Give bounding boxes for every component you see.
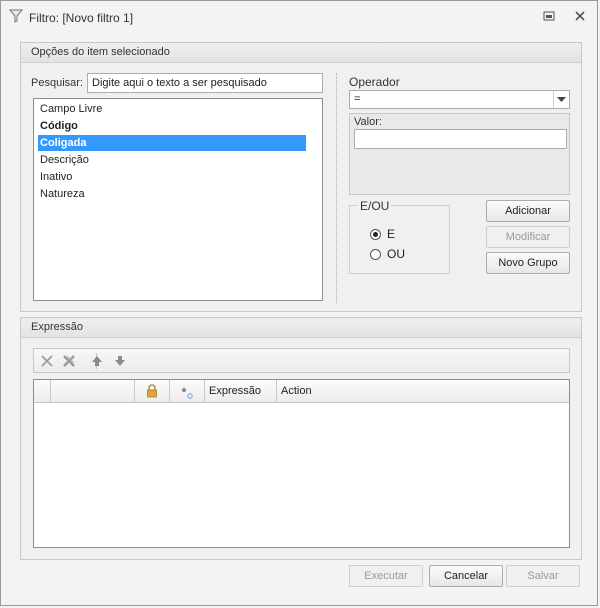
list-item-campo-livre[interactable]: Campo Livre — [40, 101, 102, 117]
delete-all-icon[interactable] — [62, 354, 76, 368]
operator-value: = — [354, 93, 361, 105]
list-item-inativo[interactable]: Inativo — [40, 169, 72, 185]
list-item-codigo[interactable]: Código — [40, 118, 78, 134]
grid-col-action[interactable]: Action — [277, 380, 569, 402]
restore-icon[interactable] — [542, 9, 556, 23]
eou-groupbox: E/OU E OU — [349, 199, 450, 274]
search-input[interactable]: Digite aqui o texto a ser pesquisado — [87, 73, 323, 93]
radio-ou[interactable] — [370, 249, 381, 260]
window-title: Filtro: [Novo filtro 1] — [29, 11, 134, 25]
operator-select[interactable]: = — [349, 90, 570, 109]
chevron-down-icon[interactable] — [553, 91, 569, 108]
valor-panel: Valor: — [349, 113, 570, 195]
link-icon — [181, 385, 193, 407]
title-bar: Filtro: [Novo filtro 1] — [1, 1, 597, 31]
radio-e[interactable] — [370, 229, 381, 240]
cancel-button[interactable]: Cancelar — [429, 565, 503, 587]
grid-header: Expressão Action — [34, 380, 569, 403]
new-group-button[interactable]: Novo Grupo — [486, 252, 570, 274]
filter-icon — [8, 9, 24, 23]
eou-legend: E/OU — [358, 199, 392, 213]
radio-e-label[interactable]: E — [387, 227, 395, 241]
list-item-natureza[interactable]: Natureza — [40, 186, 85, 202]
close-icon[interactable] — [573, 9, 587, 23]
grid-col-blank[interactable] — [51, 380, 135, 402]
lock-icon — [146, 384, 158, 406]
modify-button[interactable]: Modificar — [486, 226, 570, 248]
valor-label: Valor: — [354, 116, 382, 128]
operator-label: Operador — [349, 75, 400, 89]
grid-col-lock[interactable] — [135, 380, 170, 402]
vertical-divider — [336, 73, 337, 303]
add-button[interactable]: Adicionar — [486, 200, 570, 222]
radio-ou-label[interactable]: OU — [387, 247, 405, 261]
expression-toolbar — [33, 348, 570, 373]
grid-col-expressao[interactable]: Expressão — [205, 380, 277, 402]
expression-grid[interactable]: Expressão Action — [33, 379, 570, 548]
expression-group: Expressão Expressão Action — [20, 317, 582, 560]
grid-col-indicator[interactable] — [34, 380, 51, 402]
delete-icon[interactable] — [40, 354, 54, 368]
expression-group-header: Expressão — [21, 318, 581, 338]
list-item-descricao[interactable]: Descrição — [40, 152, 89, 168]
search-label: Pesquisar: — [31, 77, 83, 89]
fields-listbox[interactable]: Campo Livre Código Coligada Descrição In… — [33, 98, 323, 301]
options-group-header: Opções do item selecionado — [21, 43, 581, 63]
grid-col-link[interactable] — [170, 380, 205, 402]
save-button[interactable]: Salvar — [506, 565, 580, 587]
execute-button[interactable]: Executar — [349, 565, 423, 587]
options-group: Opções do item selecionado Pesquisar: Di… — [20, 42, 582, 312]
move-down-icon[interactable] — [113, 354, 127, 368]
list-item-coligada[interactable]: Coligada — [38, 135, 306, 151]
filter-dialog: Filtro: [Novo filtro 1] Opções do item s… — [0, 0, 598, 606]
valor-input[interactable] — [354, 129, 567, 149]
move-up-icon[interactable] — [90, 354, 104, 368]
